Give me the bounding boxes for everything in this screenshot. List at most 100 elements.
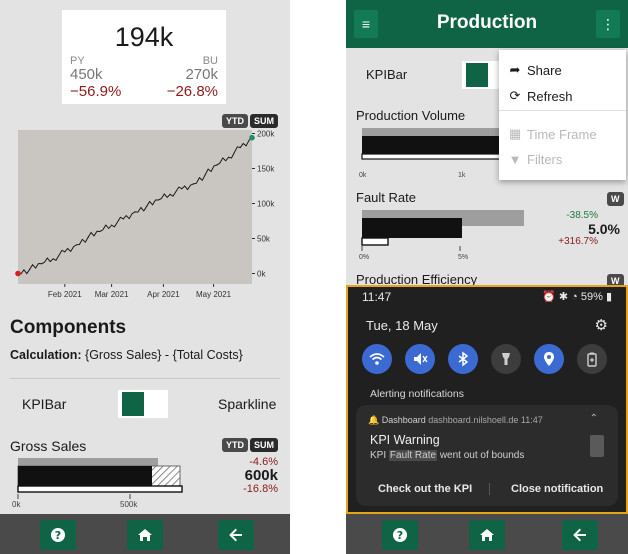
chart-point: [64, 251, 66, 253]
share-icon: ➦: [509, 62, 521, 77]
notification-body-suffix: went out of bounds: [439, 450, 525, 461]
filter-icon: ▼: [508, 152, 522, 167]
overflow-menu: ➦ Share ⟳ Refresh ▦ Time Frame ▼ Filters: [499, 50, 626, 180]
axis-tick: 1k: [458, 172, 466, 179]
chart-start-marker: [15, 270, 21, 277]
battery-saver-toggle[interactable]: [577, 344, 607, 374]
bottom-nav: ?: [346, 514, 628, 554]
production-volume-label: Production Volume: [356, 108, 466, 123]
notification-title: KPI Warning: [370, 433, 440, 447]
home-icon: [480, 529, 494, 541]
y-tick-label: 200k: [257, 130, 275, 139]
top-app-bar: ≡ Production ⋮: [346, 0, 628, 48]
wifi-toggle[interactable]: [362, 344, 392, 374]
menu-item-time-frame[interactable]: ▦ Time Frame: [507, 126, 597, 142]
help-button[interactable]: ?: [40, 520, 76, 550]
fault-rate-pct-top: -38.5%: [566, 210, 598, 221]
notification-body-highlight: Fault Rate: [388, 450, 438, 461]
notification-meta: 🔔 Dashboard dashboard.nilshoell.de 11:47: [368, 415, 543, 426]
chart-end-marker: [249, 134, 255, 141]
chart-point: [216, 164, 218, 166]
gross-sales-ytd-toggle[interactable]: YTD: [222, 438, 248, 452]
menu-item-label: Refresh: [527, 88, 573, 104]
status-icons: ⏰ ✱ ◔ 59% ▮: [542, 290, 612, 303]
help-icon: ?: [51, 528, 65, 542]
gross-sales-bar[interactable]: [10, 456, 210, 512]
chart-point: [228, 156, 230, 158]
notification-body: KPI Fault Rate went out of bounds: [370, 450, 524, 461]
left-phone-screen: 194k PY BU 450k 270k −56.9% −26.8% YTD S…: [0, 0, 290, 554]
x-tick-label: Apr 2021: [147, 290, 180, 299]
back-icon: [229, 528, 242, 542]
shade-date: Tue, 18 May: [366, 318, 438, 333]
menu-item-refresh[interactable]: ⟳ Refresh: [507, 88, 573, 104]
menu-item-label: Share: [527, 62, 562, 78]
kpibar-label: KPIBar: [366, 67, 408, 82]
menu-divider: [499, 110, 626, 111]
y-tick-label: 0k: [257, 270, 266, 279]
back-button[interactable]: [218, 520, 254, 550]
notification-card[interactable]: 🔔 Dashboard dashboard.nilshoell.de 11:47…: [356, 405, 618, 506]
production-volume-bar[interactable]: [356, 126, 506, 166]
wifi-icon: [369, 353, 385, 365]
location-icon: [544, 352, 554, 366]
menu-item-share[interactable]: ➦ Share: [507, 62, 562, 78]
location-toggle[interactable]: [534, 344, 564, 374]
chart-point: [29, 268, 31, 270]
chart-point: [87, 236, 89, 238]
chart-point: [239, 146, 241, 149]
kpibar-label: KPIBar: [22, 396, 67, 412]
mute-icon: [414, 353, 428, 365]
kpibar-color-swatch: [122, 392, 144, 416]
gross-sales-sum-toggle[interactable]: SUM: [250, 438, 278, 452]
status-time: 11:47: [362, 290, 392, 304]
x-tick-label: Mar 2021: [95, 290, 129, 299]
bell-icon: 🔔: [368, 415, 380, 425]
previous-year-bar: [17, 485, 183, 493]
help-icon: ?: [393, 528, 407, 542]
menu-item-label: Filters: [527, 152, 563, 167]
expand-icon[interactable]: ⌃: [590, 413, 598, 424]
back-button[interactable]: [562, 520, 598, 550]
home-button[interactable]: [469, 520, 505, 550]
notification-body-prefix: KPI: [370, 450, 387, 461]
alert-section-header: Alerting notifications: [370, 388, 464, 400]
close-notification-action[interactable]: Close notification: [511, 483, 603, 495]
notification-source: dashboard.nilshoell.de: [428, 415, 519, 425]
bluetooth-toggle[interactable]: [448, 344, 478, 374]
sound-toggle[interactable]: [405, 344, 435, 374]
notification-shade: 11:47 ⏰ ✱ ◔ 59% ▮ Tue, 18 May ⚙ Alerting…: [346, 285, 628, 514]
page-title: Production: [436, 12, 538, 33]
axis-tick: 5%: [458, 254, 469, 261]
chart-point: [99, 230, 101, 233]
fault-rate-bar[interactable]: [356, 208, 536, 252]
fault-rate-label: Fault Rate: [356, 190, 416, 205]
settings-gear-icon[interactable]: ⚙: [595, 316, 608, 334]
sparkline-chart: 200k 150k 100k 50k 0k Feb 2021 Mar 2021 Apr 202…: [15, 130, 275, 299]
axis-tick: 0%: [359, 254, 370, 261]
help-button[interactable]: ?: [382, 520, 418, 550]
bu-delta: −26.8%: [166, 83, 218, 100]
kpibar-color-swatch: [466, 63, 488, 87]
overflow-menu-button[interactable]: ⋮: [596, 10, 620, 38]
sparkline-label: Sparkline: [218, 396, 277, 412]
menu-item-filters[interactable]: ▼ Filters: [507, 152, 563, 167]
chart-point: [181, 188, 183, 190]
check-kpi-action[interactable]: Check out the KPI: [378, 483, 472, 495]
target-bar: [18, 458, 158, 466]
chart-point: [40, 263, 43, 265]
bottom-nav: ?: [0, 514, 290, 554]
y-tick-label: 50k: [257, 235, 271, 244]
chart-point: [169, 193, 171, 195]
flashlight-toggle[interactable]: [491, 344, 521, 374]
kpi-card[interactable]: 194k PY BU 450k 270k −56.9% −26.8%: [62, 10, 226, 104]
calculation-line: Calculation: {Gross Sales} - {Total Cost…: [10, 348, 243, 362]
calculation-text: {Gross Sales} - {Total Costs}: [85, 348, 243, 362]
document-icon: [590, 435, 604, 457]
alarm-icon: ⏰: [542, 291, 556, 303]
home-icon: [138, 529, 152, 541]
chart-point: [157, 199, 159, 201]
home-button[interactable]: [127, 520, 163, 550]
axis-tick: 0k: [359, 172, 367, 179]
fault-rate-badge[interactable]: W: [607, 192, 624, 206]
